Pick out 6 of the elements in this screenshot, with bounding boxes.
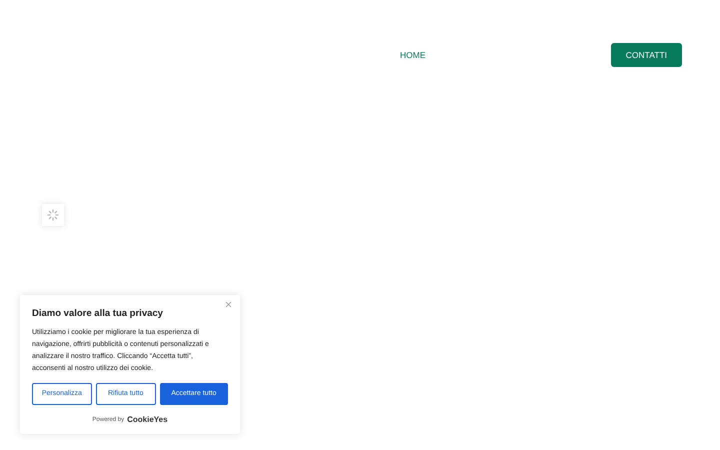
close-icon[interactable] bbox=[225, 301, 232, 308]
banner-title: Diamo valore alla tua privacy bbox=[32, 307, 164, 321]
loading-spinner-icon bbox=[42, 204, 64, 226]
nav-link[interactable]: HOME bbox=[400, 48, 426, 62]
contact-button[interactable]: CONTATTI bbox=[610, 43, 682, 67]
brand-logo: CookieYes bbox=[127, 414, 168, 426]
